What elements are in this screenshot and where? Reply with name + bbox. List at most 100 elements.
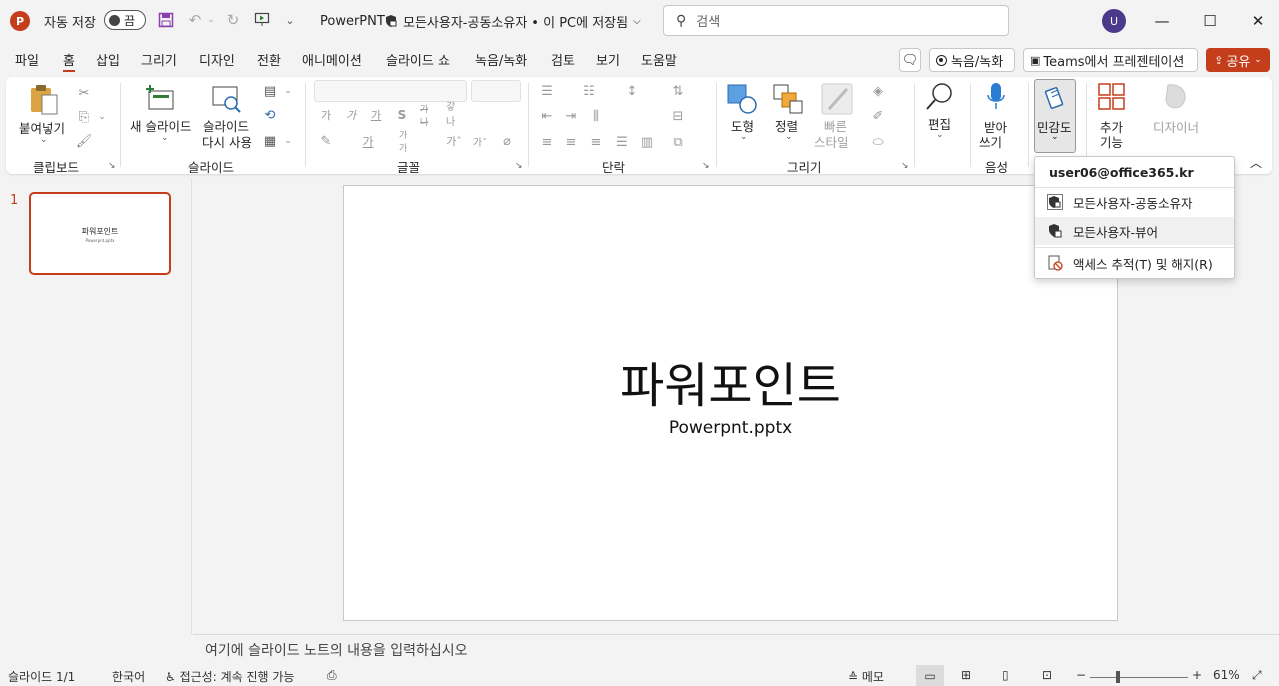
quick-styles-icon[interactable] [821,83,853,115]
find-icon[interactable] [924,81,956,113]
tab-home[interactable]: 홈 [63,50,75,72]
line-spacing-icon[interactable]: ↕ [624,83,640,99]
slide-thumbnail[interactable]: 파워포인트 Powerpnt.pptx [29,192,171,275]
chevron-down-icon[interactable]: ⌄ [280,83,296,99]
present-in-teams-button[interactable]: ▣ Teams에서 프레젠테이션 [1023,48,1198,72]
chevron-down-icon[interactable]: ⌄ [161,133,169,143]
notes-toggle[interactable]: ≙ 메모 [848,668,884,685]
accessibility-checker[interactable]: ♿ 접근성: 계속 진행 가능 [165,668,294,685]
slide-sorter-icon[interactable]: ⊞ [961,668,971,682]
font-name-dropdown[interactable] [314,80,467,102]
maximize-icon[interactable]: ☐ [1197,8,1223,34]
clear-formatting-icon[interactable]: ⌀ [499,133,515,149]
tab-transitions[interactable]: 전환 [257,50,281,72]
bold-icon[interactable]: 가 [318,107,334,123]
redo-icon[interactable]: ↻ [222,10,244,30]
autosave-toggle[interactable]: 끔 [104,10,146,30]
dialog-launcher-icon[interactable]: ↘ [515,161,523,171]
arrange-icon[interactable] [772,83,804,115]
highlight-icon[interactable]: ✎ [318,133,334,149]
numbering-icon[interactable]: ☷ [581,83,597,99]
menu-item-co-owner[interactable]: 모든사용자-공동소유자 [1035,188,1234,216]
strikethrough-icon[interactable]: 가나 [420,105,436,128]
zoom-slider[interactable] [1090,677,1188,678]
new-slide-icon[interactable] [146,83,176,113]
change-case-icon[interactable]: 가가 [399,131,415,154]
align-text-icon[interactable]: ⊟ [670,108,686,124]
close-icon[interactable]: ✕ [1245,8,1271,34]
comments-button[interactable]: 🗨 [899,48,921,72]
minimize-icon[interactable]: — [1149,8,1175,34]
chevron-down-icon[interactable]: ⌄ [785,132,793,142]
zoom-out-icon[interactable]: − [1076,668,1086,682]
tab-design[interactable]: 디자인 [199,50,235,72]
reading-view-icon[interactable]: ▯ [1002,668,1009,682]
shape-fill-icon[interactable]: ◈ [870,83,886,99]
shape-effects-icon[interactable]: ⬭ [870,134,886,150]
increase-font-size-icon[interactable]: 가ˆ [446,133,462,149]
slide-subtitle[interactable]: Powerpnt.pptx [344,418,1117,438]
decrease-font-size-icon[interactable]: 가ˇ [472,133,488,149]
record-button[interactable]: 녹음/녹화 [929,48,1015,72]
copy-icon[interactable]: ⎘ [76,109,92,125]
chevron-down-icon[interactable]: ⌄ [94,109,110,125]
font-size-dropdown[interactable] [471,80,521,102]
decrease-indent-icon[interactable]: ⇤ [539,108,555,124]
tab-file[interactable]: 파일 [15,50,39,72]
chevron-down-icon[interactable]: ⌄ [740,132,748,142]
zoom-in-icon[interactable]: + [1192,668,1202,682]
tab-review[interactable]: 검토 [551,50,575,72]
slide-title[interactable]: 파워포인트 [344,346,1117,416]
font-color-icon[interactable]: 가 [360,133,376,149]
fit-to-window-icon[interactable]: ⤢ [1252,668,1262,683]
increase-indent-icon[interactable]: ⇥ [563,108,579,124]
addins-icon[interactable] [1098,83,1126,111]
paste-icon[interactable] [28,83,60,117]
distributed-icon[interactable]: ▥ [639,134,655,150]
dictate-label-2[interactable]: 쓰기 [979,132,1002,151]
designer-label[interactable]: 디자이너 [1153,117,1199,136]
language-indicator[interactable]: 한국어 [112,668,145,685]
undo-dropdown-icon[interactable]: ⌄ [206,10,216,30]
avatar[interactable]: U [1102,9,1126,33]
underline-icon[interactable]: 가 [368,107,384,123]
addins-label-2[interactable]: 기능 [1100,132,1123,151]
reuse-slides-label-2[interactable]: 다시 사용 [202,132,252,151]
dictate-icon[interactable] [984,81,1008,113]
text-direction-icon[interactable]: ⇅ [670,83,686,99]
align-center-icon[interactable]: ≡ [563,134,579,150]
dialog-launcher-icon[interactable]: ↘ [702,161,710,171]
tab-slideshow[interactable]: 슬라이드 쇼 [386,50,450,72]
notes-pane[interactable]: 여기에 슬라이드 노트의 내용을 입력하십시오 [193,634,1279,664]
chevron-down-icon[interactable]: ⌄ [40,135,48,145]
layout-icon[interactable]: ▤ [262,83,278,99]
document-title[interactable]: 모든사용자-공동소유자 • 이 PC에 저장됨 ⌵ [384,0,641,42]
bullets-icon[interactable]: ☰ [539,83,555,99]
search-input[interactable]: ⚲ 검색 [663,5,1009,36]
tab-help[interactable]: 도움말 [641,50,677,72]
format-painter-icon[interactable]: 🖌 [76,133,93,149]
dialog-launcher-icon[interactable]: ↘ [901,161,909,171]
smartart-icon[interactable]: ⧉ [670,134,686,150]
character-spacing-icon[interactable]: 갛나 [446,102,462,128]
quick-styles-label-2[interactable]: 스타일 [814,132,849,151]
zoom-slider-thumb[interactable] [1116,671,1120,683]
columns-icon[interactable]: ⫼ [588,108,604,124]
chevron-down-icon[interactable]: ⌄ [280,133,296,149]
shapes-icon[interactable] [726,83,758,115]
align-right-icon[interactable]: ≡ [588,134,604,150]
tab-animations[interactable]: 애니메이션 [302,50,362,72]
shadow-icon[interactable]: S [394,107,410,123]
dialog-launcher-icon[interactable]: ↘ [108,161,116,171]
align-left-icon[interactable]: ≡ [539,134,555,150]
designer-icon[interactable] [1162,83,1190,113]
reuse-slides-icon[interactable] [212,85,242,115]
tab-view[interactable]: 보기 [596,50,620,72]
chevron-down-icon[interactable]: ⌄ [936,130,944,140]
undo-icon[interactable]: ↶ [184,10,206,30]
slide-canvas[interactable]: 파워포인트 Powerpnt.pptx [343,185,1118,621]
customize-qat-icon[interactable]: ⌄ [282,10,298,30]
justify-icon[interactable]: ☰ [614,134,630,150]
menu-item-viewer[interactable]: 모든사용자-뷰어 [1035,217,1234,245]
share-button[interactable]: ⇪ 공유 ⌄ [1206,48,1270,72]
